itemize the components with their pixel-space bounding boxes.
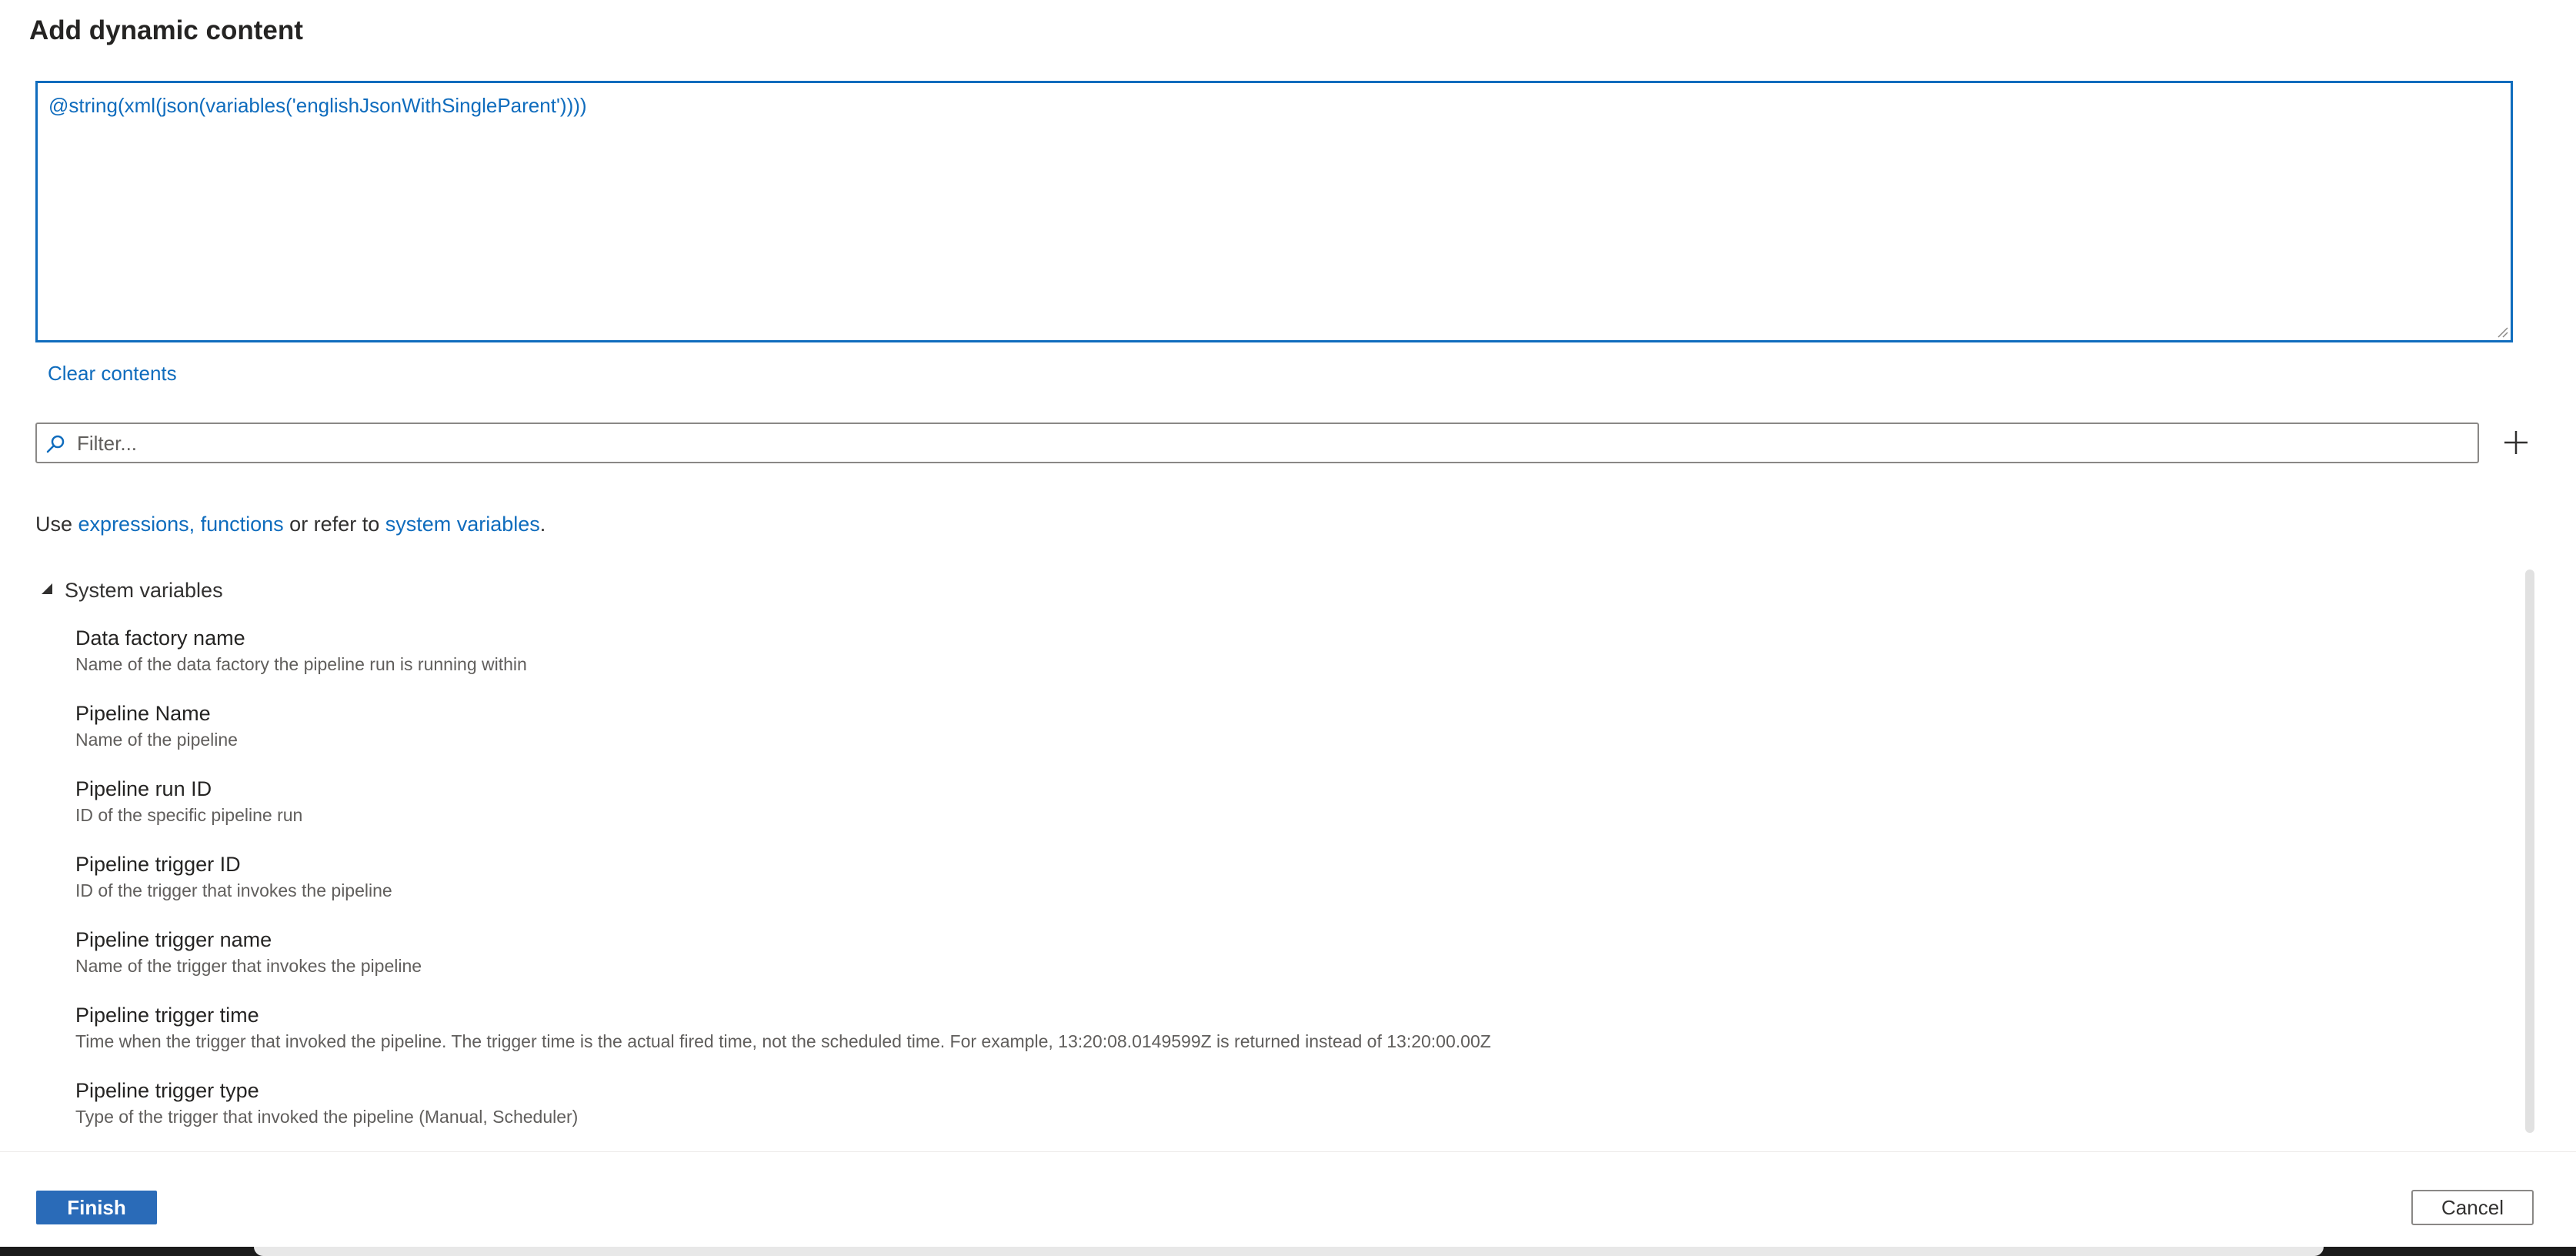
variable-name: Data factory name (75, 626, 245, 650)
expression-editor[interactable]: @string(xml(json(variables('englishJsonW… (35, 81, 2513, 342)
filter-box[interactable] (35, 423, 2479, 463)
variable-name: Pipeline trigger type (75, 1079, 259, 1102)
hint-middle: or refer to (283, 513, 385, 536)
footer-divider (0, 1151, 2576, 1152)
variable-item-pipeline-run-id[interactable]: Pipeline run ID ID of the specific pipel… (75, 776, 2461, 845)
usage-hint: Use expressions, functions or refer to s… (35, 513, 546, 536)
system-variables-header[interactable]: System variables (42, 579, 223, 603)
variable-name: Pipeline run ID (75, 777, 212, 800)
system-variables-link[interactable]: system variables (385, 513, 540, 536)
variable-description: Name of the data factory the pipeline ru… (75, 654, 527, 674)
system-variables-section: System variables Data factory name Name … (0, 570, 2539, 1135)
variable-item-pipeline-trigger-type[interactable]: Pipeline trigger type Type of the trigge… (75, 1077, 2461, 1147)
variable-description: ID of the trigger that invokes the pipel… (75, 880, 392, 900)
background-window-edge (254, 1247, 2324, 1256)
variable-description: Type of the trigger that invoked the pip… (75, 1107, 579, 1127)
variable-item-pipeline-trigger-time[interactable]: Pipeline trigger time Time when the trig… (75, 1002, 2461, 1071)
variable-item-pipeline-trigger-id[interactable]: Pipeline trigger ID ID of the trigger th… (75, 851, 2461, 920)
resize-grip-icon[interactable] (2496, 326, 2508, 338)
hint-prefix: Use (35, 513, 78, 536)
variable-name: Pipeline trigger name (75, 928, 272, 951)
expression-text[interactable]: @string(xml(json(variables('englishJsonW… (48, 94, 587, 118)
dialog-title: Add dynamic content (29, 15, 303, 45)
variable-name: Pipeline trigger ID (75, 853, 241, 876)
variable-description: Time when the trigger that invoked the p… (75, 1031, 1491, 1051)
section-header-label: System variables (65, 579, 223, 602)
hint-suffix: . (539, 513, 546, 536)
plus-icon[interactable] (2501, 427, 2531, 458)
search-icon (46, 435, 65, 453)
variable-description: ID of the specific pipeline run (75, 805, 303, 825)
variable-item-pipeline-name[interactable]: Pipeline Name Name of the pipeline (75, 700, 2461, 770)
variable-description: Name of the pipeline (75, 730, 238, 750)
cancel-button[interactable]: Cancel (2411, 1190, 2534, 1225)
variable-item-pipeline-trigger-name[interactable]: Pipeline trigger name Name of the trigge… (75, 927, 2461, 996)
filter-input[interactable] (75, 424, 2464, 463)
caret-down-icon (42, 583, 52, 594)
dynamic-content-dialog: Add dynamic content @string(xml(json(var… (0, 0, 2576, 1247)
finish-button[interactable]: Finish (36, 1191, 157, 1224)
clear-contents-link[interactable]: Clear contents (48, 362, 177, 386)
variable-name: Pipeline trigger time (75, 1004, 259, 1027)
vertical-scrollbar[interactable] (2525, 570, 2534, 1133)
expressions-functions-link[interactable]: expressions, functions (78, 513, 284, 536)
variable-description: Name of the trigger that invokes the pip… (75, 956, 422, 976)
variable-name: Pipeline Name (75, 702, 211, 725)
variable-item-data-factory-name[interactable]: Data factory name Name of the data facto… (75, 625, 2461, 694)
